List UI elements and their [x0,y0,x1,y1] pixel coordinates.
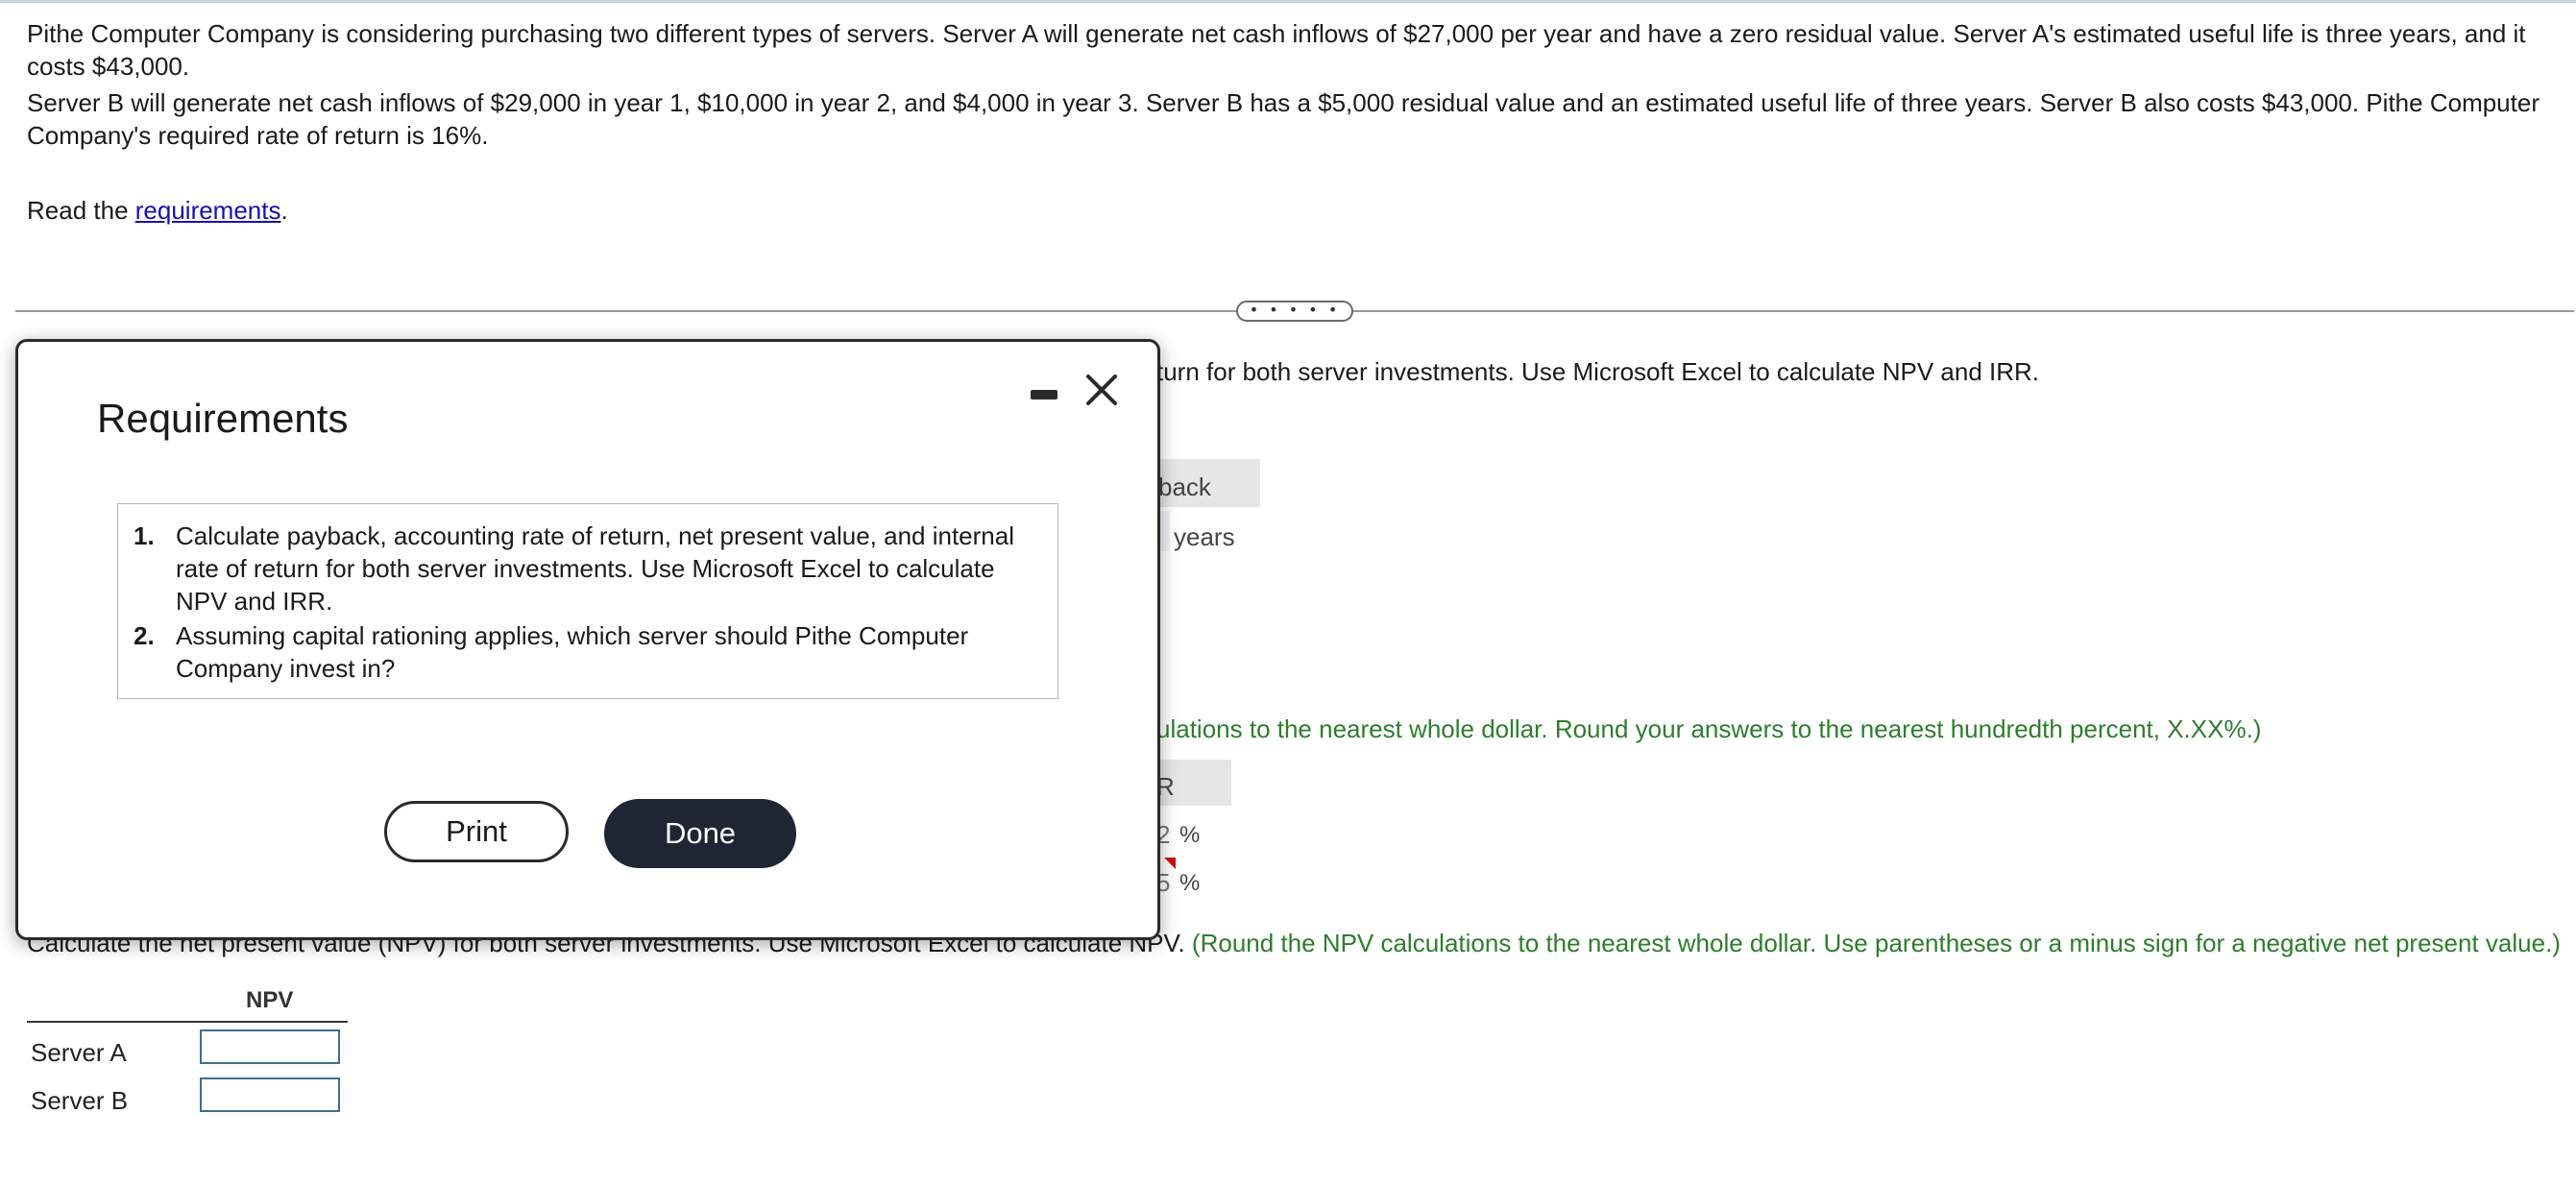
problem-paragraph-1: Pithe Computer Company is considering pu… [27,19,2526,81]
requirement-number: 1. [134,521,155,550]
problem-paragraph-2: Server B will generate net cash inflows … [27,88,2540,150]
close-icon[interactable] [1081,369,1123,411]
npv-column-header: NPV [246,987,294,1013]
npv-header-rule [27,1021,348,1023]
dialog-title: Requirements [97,396,349,441]
payback-header-partial: back [1158,472,1211,501]
irr-server-a-percent: % [1179,822,1201,848]
payback-years-unit: years [1174,522,1235,551]
read-suffix: . [280,196,288,225]
done-button[interactable]: Done [604,799,796,868]
read-prefix: Read the [27,196,135,225]
server-b-npv-input[interactable] [200,1077,340,1112]
top-border [0,0,2576,3]
irr-server-b-percent: % [1179,870,1201,896]
requirement-item-1: 1. Calculate payback, accounting rate of… [134,520,1046,619]
read-requirements-line: Read the requirements. [27,194,2543,227]
print-button[interactable]: Print [384,801,569,862]
divider-drag-handle[interactable]: • • • • • [1236,301,1353,322]
requirement-text: Calculate payback, accounting rate of re… [176,521,1014,616]
server-a-label: Server A [31,1038,127,1067]
requirement-item-2: 2. Assuming capital rationing applies, w… [134,619,1046,687]
requirement-instruction-partial: turn for both server investments. Use Mi… [1156,357,2040,386]
requirements-list: 1. Calculate payback, accounting rate of… [117,503,1058,699]
minimize-icon[interactable] [1031,390,1057,399]
npv-instruction-rounding: (Round the NPV calculations to the neare… [1191,929,2561,957]
irr-instruction-partial: ulations to the nearest whole dollar. Ro… [1156,714,2262,743]
requirement-number: 2. [134,621,155,650]
requirements-dialog: Requirements 1. Calculate payback, accou… [15,339,1160,940]
requirements-link[interactable]: requirements [135,196,281,225]
requirement-text: Assuming capital rationing applies, whic… [176,621,969,683]
server-b-label: Server B [31,1086,129,1115]
server-a-npv-input[interactable] [200,1029,340,1064]
